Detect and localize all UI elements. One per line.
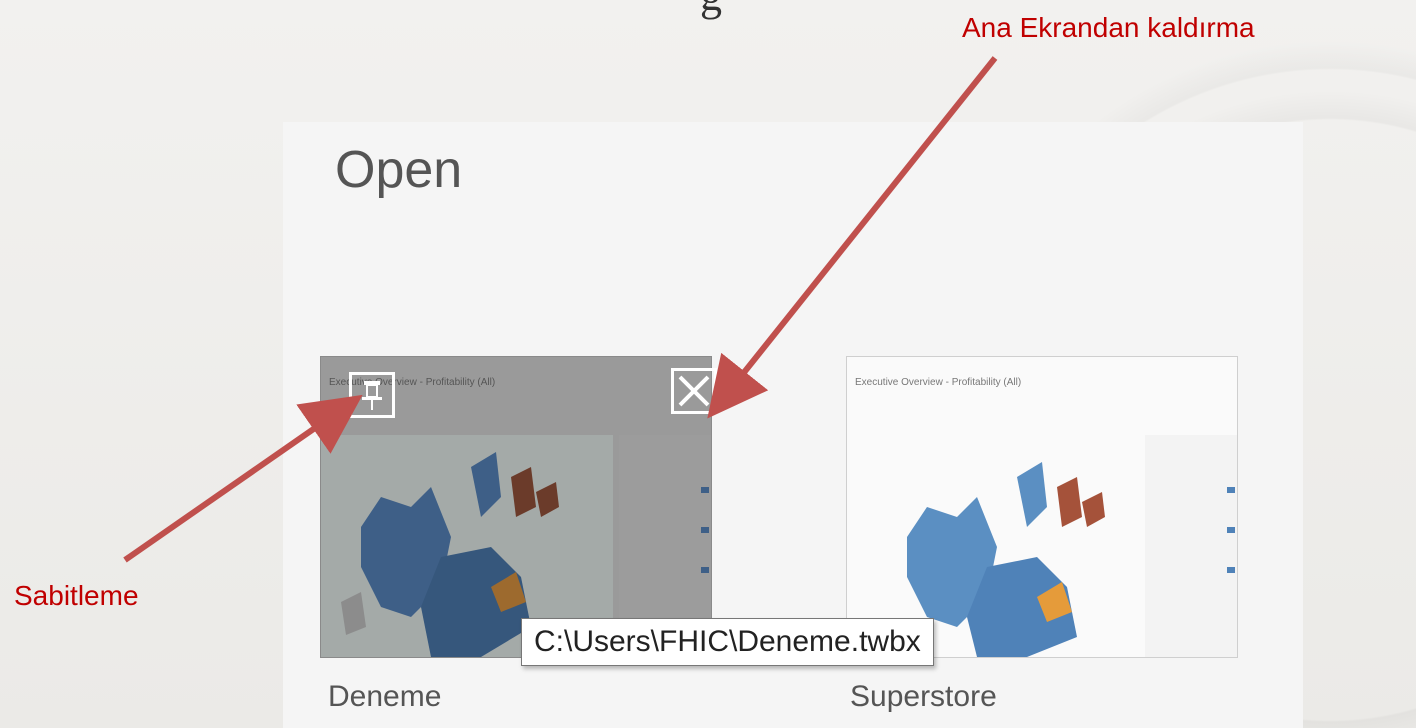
annotation-arrows [123,56,998,563]
arrow-to-pin [123,394,363,563]
arrow-to-close [707,56,998,419]
